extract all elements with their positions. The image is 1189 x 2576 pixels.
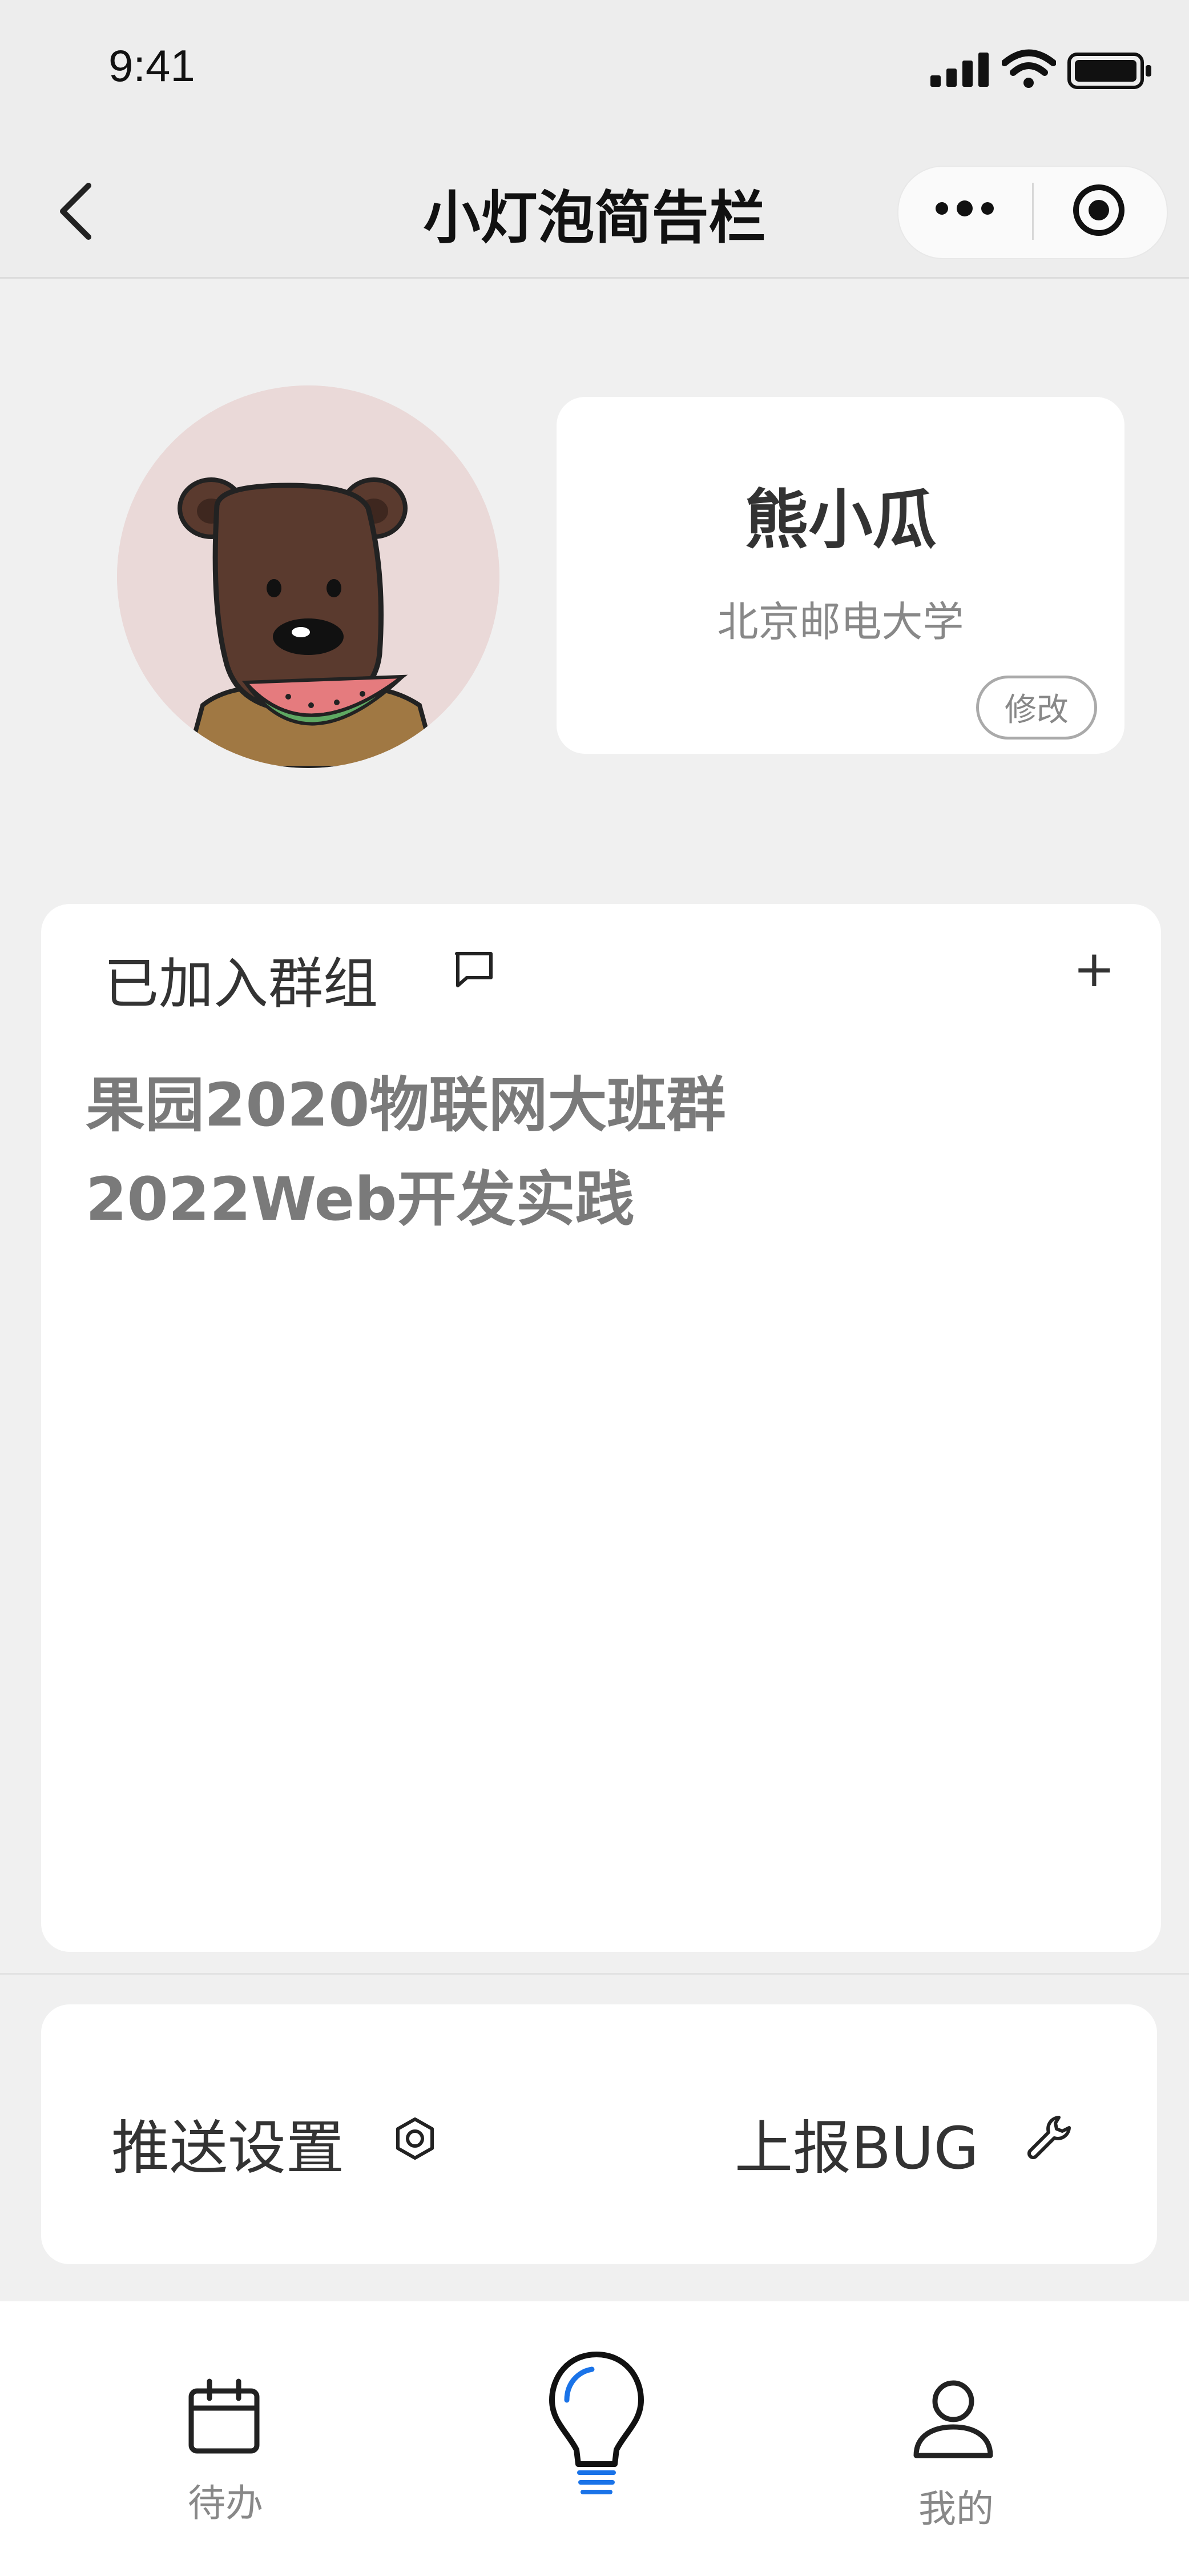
report-bug-button[interactable]: 上报BUG xyxy=(735,2101,979,2185)
user-name: 熊小瓜 xyxy=(744,483,937,557)
groups-title: 已加入群组 xyxy=(104,952,378,1016)
add-group-button[interactable]: + xyxy=(1073,939,1115,998)
tab-me[interactable]: 我的 xyxy=(896,2478,1016,2533)
wifi-icon xyxy=(1002,49,1056,88)
capsule-divider xyxy=(1032,183,1034,240)
wrench-icon[interactable] xyxy=(1025,2113,1073,2161)
status-time: 9:41 xyxy=(108,41,195,91)
more-icon[interactable] xyxy=(933,194,996,223)
push-settings-button[interactable]: 推送设置 xyxy=(111,2101,344,2185)
signal-icon xyxy=(930,53,989,87)
bear-avatar-icon xyxy=(117,385,499,768)
battery-icon xyxy=(1067,53,1151,89)
person-icon[interactable] xyxy=(910,2376,996,2461)
chat-bubble-icon[interactable] xyxy=(451,948,497,994)
calendar-icon[interactable] xyxy=(186,2378,263,2456)
edit-profile-button[interactable]: 修改 xyxy=(976,676,1097,740)
avatar[interactable] xyxy=(117,385,499,768)
group-item[interactable]: 果园2020物联网大班群 xyxy=(86,1056,726,1143)
group-item[interactable]: 2022Web开发实践 xyxy=(86,1151,634,1237)
lightbulb-icon[interactable] xyxy=(545,2350,648,2498)
user-school: 北京邮电大学 xyxy=(717,598,964,646)
section-divider xyxy=(0,1973,1189,1975)
close-mini-program-icon[interactable] xyxy=(1070,182,1127,239)
gear-icon[interactable] xyxy=(392,2116,438,2161)
tab-todo[interactable]: 待办 xyxy=(166,2473,285,2527)
